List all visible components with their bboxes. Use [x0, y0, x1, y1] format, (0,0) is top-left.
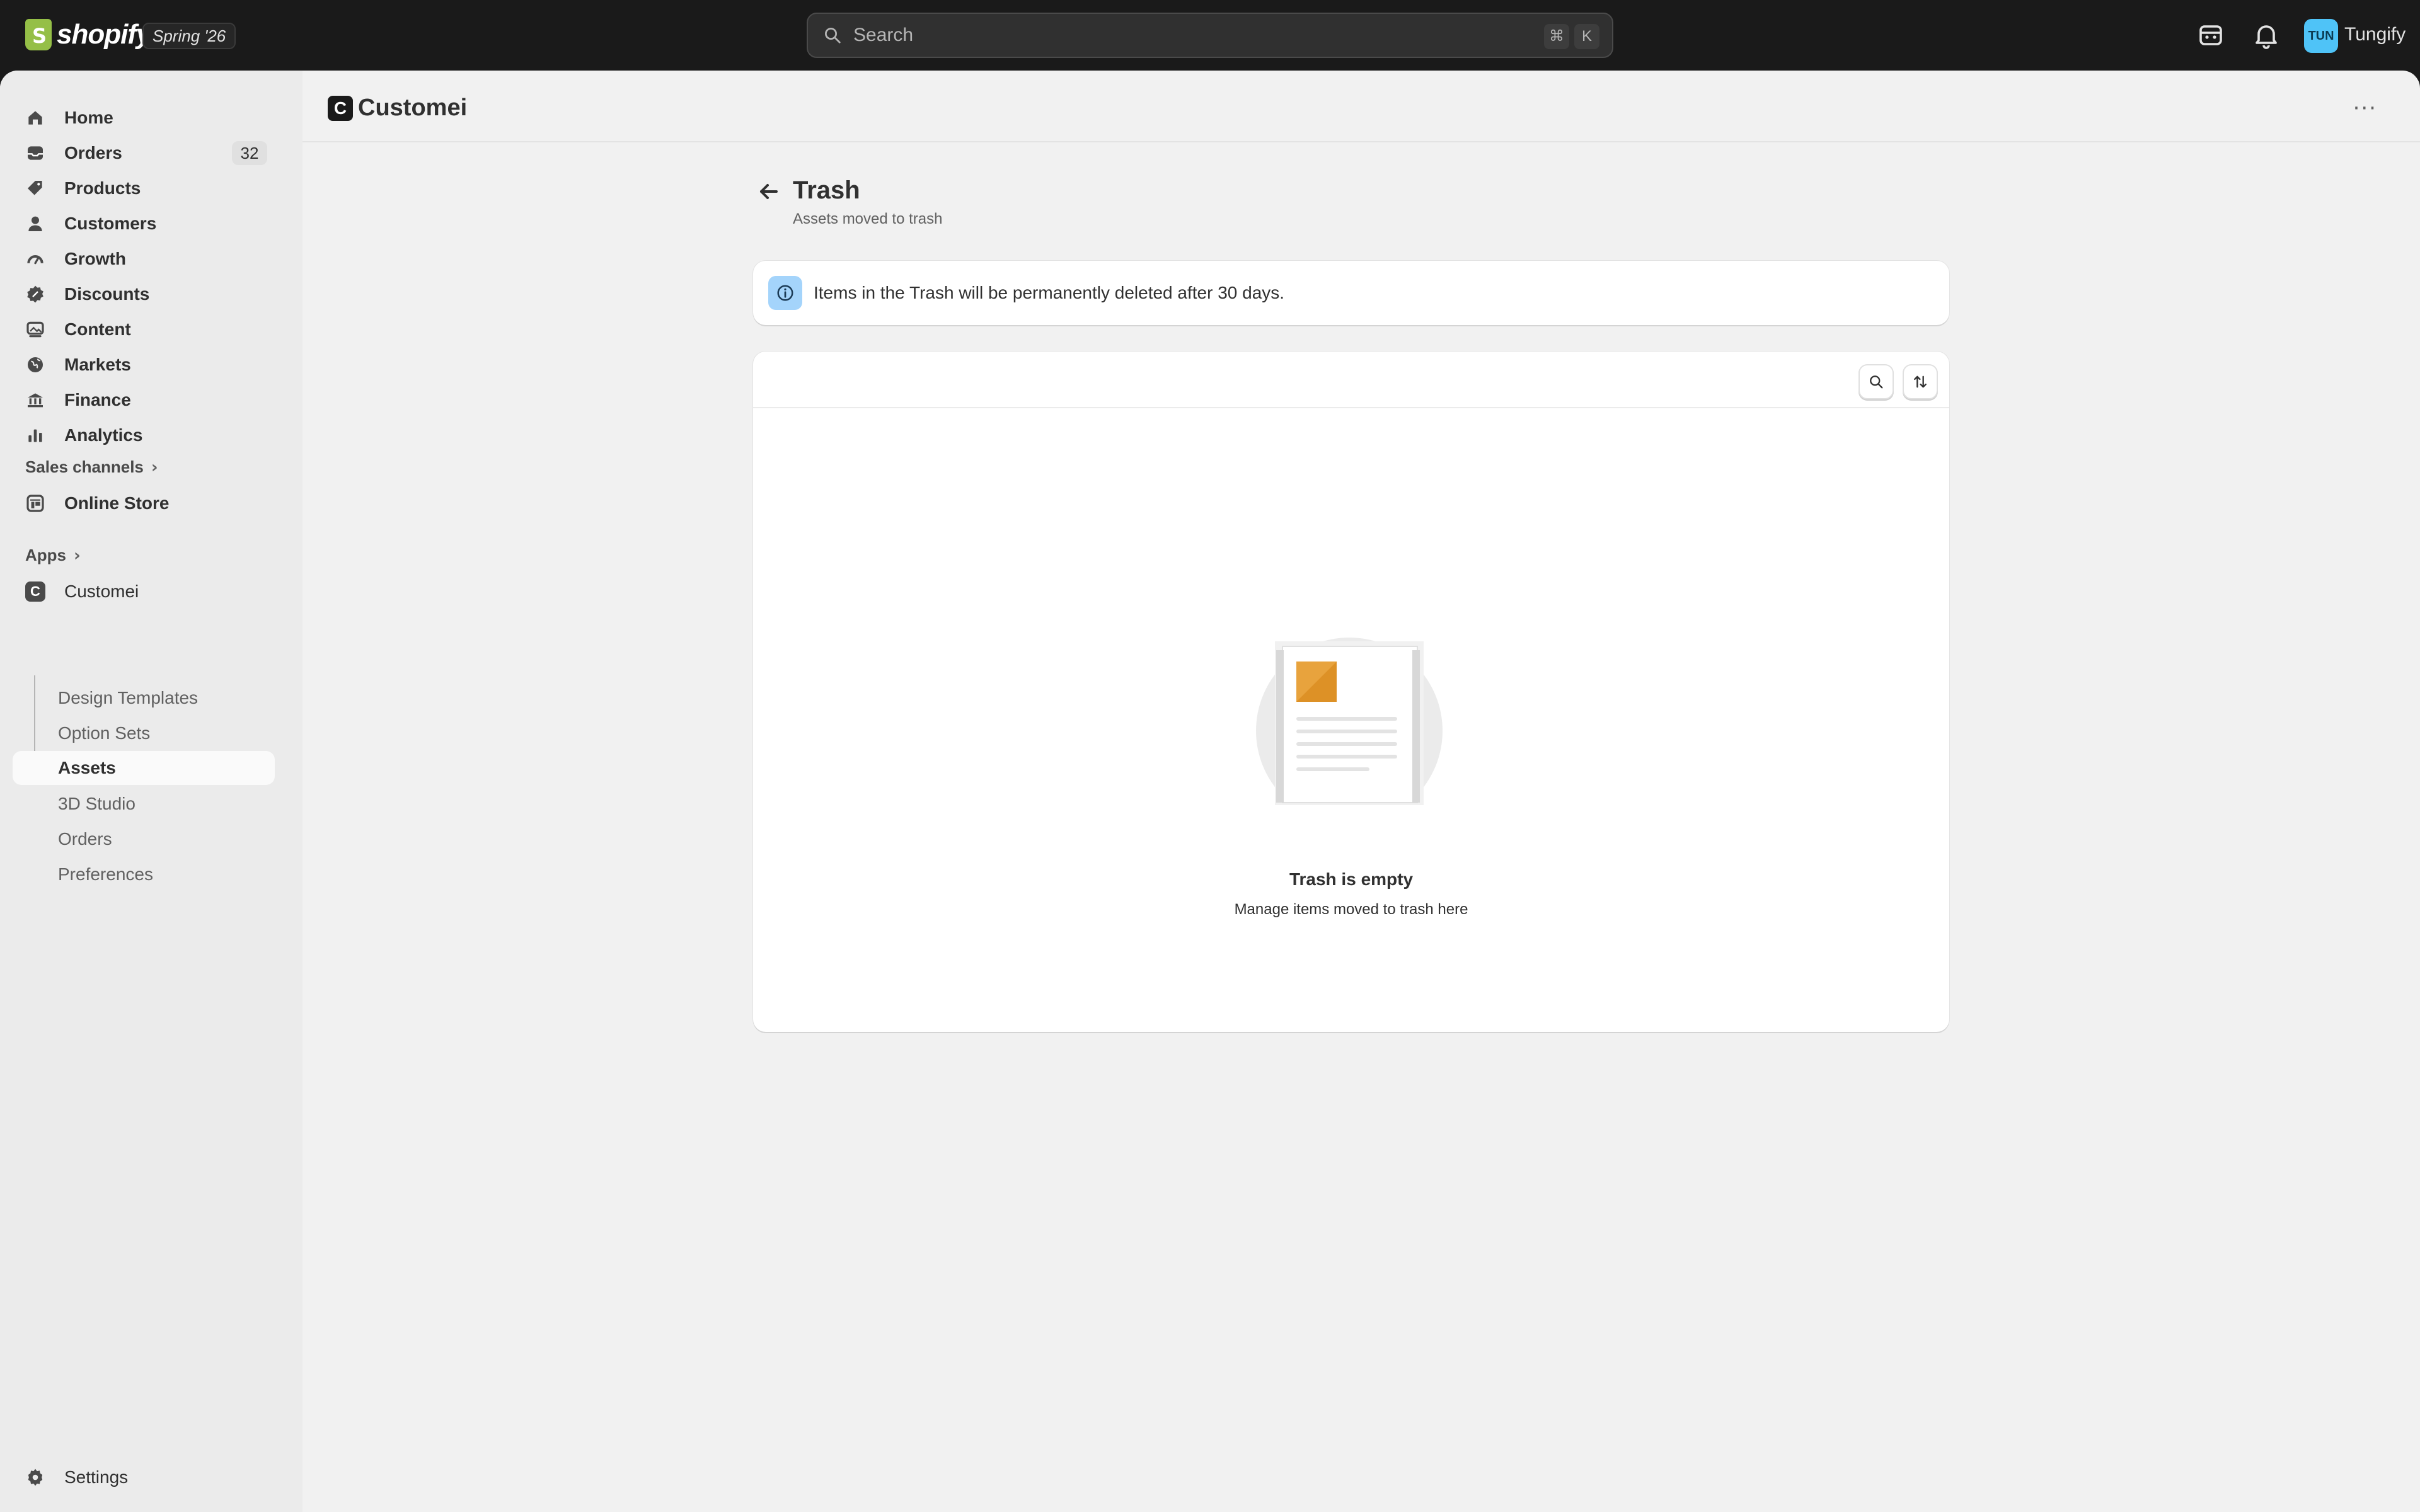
sidebar-item-label: Customers [64, 214, 157, 233]
sidebar-subitem-orders[interactable]: Orders [58, 829, 112, 849]
page-subtitle: Assets moved to trash [793, 210, 943, 227]
shortcut-k-key: K [1574, 24, 1599, 49]
customei-logo-icon: C [328, 96, 353, 121]
sidebar-item-label: Content [64, 319, 131, 339]
sidebar-subitem-preferences[interactable]: Preferences [58, 864, 153, 885]
sidebar-item-label: Products [64, 178, 141, 198]
sidebar-subitem-option-sets[interactable]: Option Sets [58, 723, 150, 743]
orders-icon [25, 143, 45, 163]
sidebar-item-label: Customei [64, 581, 139, 601]
sidebar-item-label: Online Store [64, 493, 170, 513]
admin-frame: Home Orders 32 Products Customers Growth… [0, 71, 2420, 1512]
online-store-icon [25, 493, 45, 513]
brand-name: shopify [57, 19, 151, 50]
sidebar-item-analytics[interactable]: Analytics [13, 418, 275, 452]
chevron-right-icon: › [74, 546, 81, 565]
shopify-logo[interactable]: shopify [25, 19, 151, 50]
sidebar-item-label: Finance [64, 390, 131, 410]
sidebar-item-label: Assets [58, 758, 116, 777]
sidebar-subitem-assets[interactable]: Assets [13, 751, 275, 785]
store-name[interactable]: Tungify [2344, 24, 2406, 45]
gear-icon [25, 1467, 45, 1487]
sidebar-item-label: Home [64, 108, 113, 127]
avatar[interactable]: TUN [2304, 19, 2338, 53]
sidebar-item-growth[interactable]: Growth [13, 242, 275, 276]
search-placeholder: Search [853, 25, 914, 45]
sales-channels-header[interactable]: Sales channels › [25, 457, 158, 477]
shopify-bag-icon [25, 19, 52, 50]
home-icon [25, 108, 45, 128]
sidebar-item-label: Orders [64, 143, 122, 163]
sidebar-item-label: Discounts [64, 284, 150, 304]
sidebar-item-label: Settings [64, 1467, 129, 1487]
info-icon [768, 276, 802, 310]
empty-state-title: Trash is empty [1289, 869, 1414, 889]
bell-icon[interactable] [2251, 20, 2281, 50]
sort-button[interactable] [1904, 365, 1937, 398]
search-input[interactable]: Search ⌘ K [807, 13, 1613, 58]
chevron-right-icon: › [151, 457, 158, 477]
sidebar-item-settings[interactable]: Settings [13, 1460, 275, 1494]
arrow-left-icon [760, 184, 778, 199]
discount-icon [25, 284, 45, 304]
sidebar-item-markets[interactable]: Markets [13, 348, 275, 382]
more-actions-button[interactable]: ··· [2353, 96, 2377, 121]
sidebar-item-customei[interactable]: C Customei [13, 575, 275, 609]
sales-channels-label: Sales channels [25, 457, 144, 476]
orders-count-badge: 32 [232, 141, 267, 165]
sidebar-item-label: Analytics [64, 425, 143, 445]
search-icon [823, 26, 842, 45]
sidebar-item-label: Growth [64, 249, 126, 268]
bar-chart-icon [25, 425, 45, 445]
sidebar-item-finance[interactable]: Finance [13, 383, 275, 417]
edition-badge[interactable]: Spring '26 [142, 23, 236, 49]
apps-label: Apps [25, 546, 66, 564]
search-icon [1870, 375, 1883, 389]
sidebar-subitem-3d-studio[interactable]: 3D Studio [58, 794, 135, 814]
card-toolbar [753, 352, 1949, 408]
gauge-icon [25, 249, 45, 269]
app-title: Customei [358, 94, 468, 121]
sidebar-subitem-design-templates[interactable]: Design Templates [58, 688, 198, 708]
top-bar: shopify Spring '26 Search ⌘ K TUN Tungif… [0, 0, 2420, 71]
bank-icon [25, 390, 45, 410]
search-button[interactable] [1860, 365, 1893, 398]
person-icon [25, 214, 45, 234]
sidebar-item-content[interactable]: Content [13, 312, 275, 346]
store-icon[interactable] [2196, 20, 2226, 50]
image-icon [25, 319, 45, 340]
empty-state-illustration [1255, 635, 1444, 824]
tag-icon [25, 178, 45, 198]
back-button[interactable] [754, 176, 784, 207]
customei-app-icon: C [25, 581, 45, 602]
sidebar-item-home[interactable]: Home [13, 101, 275, 135]
sidebar-item-products[interactable]: Products [13, 171, 275, 205]
sidebar-item-orders[interactable]: Orders 32 [13, 136, 275, 170]
sidebar-item-discounts[interactable]: Discounts [13, 277, 275, 311]
page-title: Trash [793, 176, 860, 204]
sidebar-item-online-store[interactable]: Online Store [13, 486, 275, 520]
sort-icon [1914, 375, 1927, 388]
globe-icon [25, 355, 45, 375]
sidebar-item-customers[interactable]: Customers [13, 207, 275, 241]
apps-header[interactable]: Apps › [25, 546, 81, 565]
sidebar: Home Orders 32 Products Customers Growth… [0, 71, 302, 1512]
trash-card: Trash is empty Manage items moved to tra… [753, 352, 1949, 1032]
empty-state-subtitle: Manage items moved to trash here [1234, 901, 1468, 918]
info-banner: Items in the Trash will be permanently d… [753, 261, 1949, 325]
shortcut-command-key: ⌘ [1544, 24, 1569, 49]
sidebar-item-label: Markets [64, 355, 131, 374]
banner-text: Items in the Trash will be permanently d… [814, 283, 1285, 302]
app-header: C Customei ··· [302, 71, 2420, 142]
